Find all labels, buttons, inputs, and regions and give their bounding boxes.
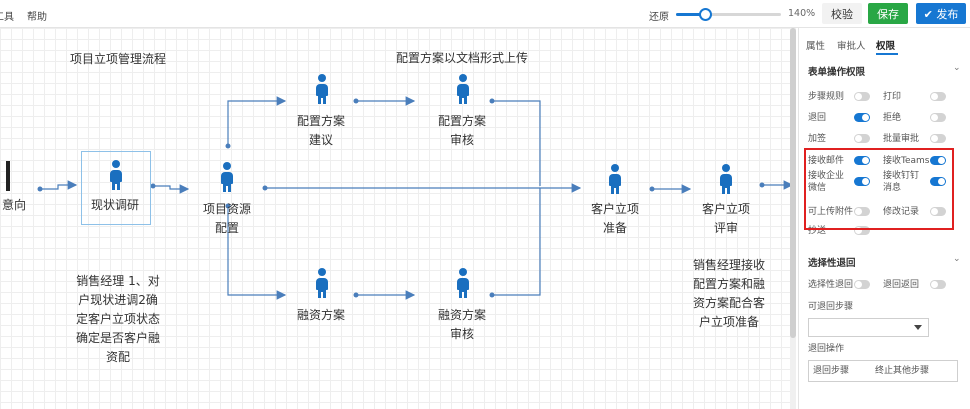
menu-tools[interactable]: 工具 [0,8,14,23]
port-dot [759,182,765,188]
toggle-knob [931,93,938,100]
tab-approvers[interactable]: 审批人 [837,38,866,52]
section-selective-return: 选择性退回 [808,258,856,269]
tab-permissions[interactable]: 权限 [876,38,895,52]
highlight-box [804,148,954,230]
menu-help[interactable]: 帮助 [27,8,47,23]
return-operation-box[interactable]: 退回步骤 终止其他步骤 [808,360,958,382]
port-dot [353,98,359,104]
note-left: 销售经理 1、对 户现状进调2确 定客户立项状态 确定是否客户融 资配 [76,274,161,364]
zoom-level: 140% [788,8,816,19]
toggle-knob [931,281,938,288]
node-config-proposal-label: 配置方案 建议 [297,114,346,147]
toggle-label: 拒绝 [883,113,902,123]
toggle-knob [931,114,938,121]
user-icon[interactable] [719,164,733,194]
flow-title-left: 项目立项管理流程 [70,52,167,66]
toggle-knob [862,114,869,121]
top-toolbar: 工具 帮助 还原 140% 校验 保存 ✔ 发布 [0,0,970,28]
connector-freview-prep [492,188,541,296]
returnable-steps-select[interactable] [808,318,929,337]
toggle-label: 步骤规则 [808,92,845,102]
chevron-down-icon[interactable]: ⌄ [953,254,961,264]
connector-intent-research [40,180,78,190]
note-right: 销售经理接收 配置方案和融 资方案配合客 户立项准备 [693,258,766,329]
toggle-label: 加签 [808,134,827,144]
flow-canvas[interactable]: 项目立项管理流程 配置方案以文档形式上传 意向 现状调研 项目资源 配置 配置方… [0,28,796,409]
toggle-label: 退回返回 [883,280,920,290]
return-operation-label: 退回操作 [808,344,845,354]
connector-review-prep [492,100,541,186]
toggle-knob [855,93,862,100]
zoom-reset-button[interactable]: 还原 [649,8,669,23]
user-icon[interactable] [456,268,470,298]
node-prep-label: 客户立项 准备 [591,202,640,235]
chevron-down-icon[interactable]: ⌄ [953,63,961,73]
user-icon[interactable] [456,74,470,104]
toggle-switch[interactable] [854,113,870,122]
validate-button[interactable]: 校验 [822,3,862,24]
save-button[interactable]: 保存 [868,3,908,24]
tab-properties[interactable]: 属性 [806,38,825,52]
node-intent-label: 意向 [2,198,27,212]
toggle-switch[interactable] [930,113,946,122]
toggle-switch[interactable] [854,280,870,289]
node-review-label: 客户立项 评审 [702,202,751,235]
publish-button[interactable]: ✔ 发布 [916,3,966,24]
connector-resource-config [227,96,287,146]
user-icon[interactable] [315,268,329,298]
node-resource-label: 项目资源 配置 [203,202,252,235]
connector-research-resource [153,184,190,194]
toggle-switch[interactable] [930,92,946,101]
caret-down-icon [914,325,922,330]
left-node-edge [6,161,10,191]
scrollbar-thumb[interactable] [790,28,796,338]
toggle-knob [855,281,862,288]
port-dot [225,143,231,149]
canvas-scrollbar[interactable] [790,28,796,409]
toggle-label: 退回 [808,113,827,123]
toggle-switch[interactable] [854,92,870,101]
port-dot [262,185,268,191]
zoom-slider-handle[interactable] [699,8,713,21]
user-icon[interactable] [608,164,622,194]
port-dot [649,186,655,192]
publish-label: 发布 [936,7,959,21]
toggle-switch[interactable] [930,280,946,289]
port-dot [150,183,156,189]
check-icon: ✔ [923,7,933,21]
toggle-knob [855,135,862,142]
terminate-steps-option[interactable]: 终止其他步骤 [875,365,929,377]
node-config-review-label: 配置方案 审核 [438,114,487,147]
toggle-label: 打印 [883,92,902,102]
toggle-switch[interactable] [854,134,870,143]
node-finance-plan-label: 融资方案 [297,308,346,322]
toggle-knob [931,135,938,142]
active-tab-underline [876,53,898,55]
toggle-label: 选择性退回 [808,280,854,290]
user-icon [109,160,123,190]
returnable-steps-label: 可退回步骤 [808,302,854,312]
port-dot [489,292,495,298]
port-dot [37,186,43,192]
node-finance-review-label: 融资方案 审核 [438,308,487,341]
port-dot [353,292,359,298]
node-research-label: 现状调研 [91,198,140,212]
user-icon[interactable] [220,162,234,192]
flow-title-right: 配置方案以文档形式上传 [396,51,529,65]
port-dot [489,98,495,104]
zoom-slider[interactable] [676,8,781,21]
toggle-label: 批量审批 [883,134,920,144]
user-icon[interactable] [315,74,329,104]
return-step-option[interactable]: 退回步骤 [813,365,849,377]
section-form-permissions: 表单操作权限 [808,67,866,78]
toggle-switch[interactable] [930,134,946,143]
